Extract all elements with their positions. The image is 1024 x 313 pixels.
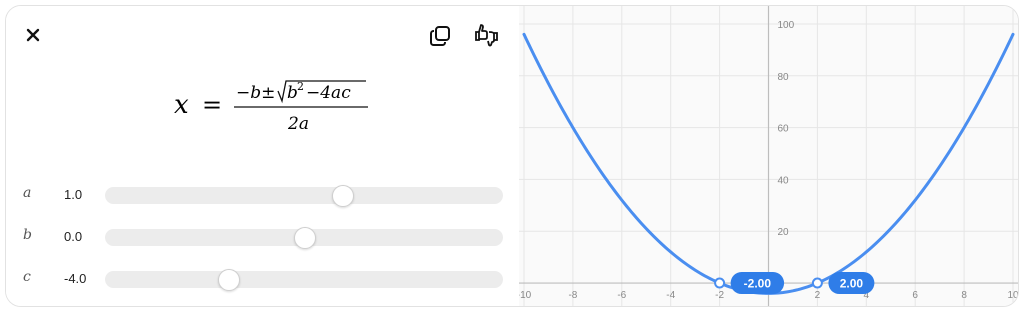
slider-row-a: a 1.0 [6,183,519,207]
slider-variable-b: b [23,227,32,243]
slider-handle-c[interactable] [218,269,241,291]
y-tick-label: 20 [778,227,790,238]
y-tick-label: 100 [778,20,795,31]
root-point[interactable] [811,277,823,289]
copy-button[interactable] [426,22,454,50]
graph-panel[interactable]: -10-8-6-4-224681020406080100 -2.002.00 [519,6,1018,306]
slider-value-a: 1.0 [64,187,83,202]
x-tick-label: -2 [715,290,724,301]
formula-minus-b: −b± [236,83,275,103]
copy-icon [430,26,450,46]
quadratic-formula: x = −b± b 2 −4ac 2a [166,79,396,139]
quadratic-card: x = −b± b 2 −4ac 2a a 1.0 b 0.0 c -4.0 1… [5,5,1019,307]
root-label: -2.00 [744,277,772,291]
slider-handle-a[interactable] [331,185,354,207]
close-icon [26,28,40,42]
x-tick-label: 8 [961,290,967,301]
formula-exponent: 2 [297,80,304,93]
slider-row-b: b 0.0 [6,225,519,249]
slider-variable-c: c [23,269,31,285]
x-tick-label: -4 [666,290,675,301]
slider-track-b[interactable] [105,227,503,249]
slider-variable-a: a [23,185,32,201]
slider-value-b: 0.0 [64,229,83,244]
slider-value-c: -4.0 [64,271,87,286]
x-tick-label: -6 [617,290,626,301]
function-plot[interactable]: -10-8-6-4-224681020406080100 -2.002.00 [519,6,1018,306]
x-tick-label: 10 [1007,290,1018,301]
x-tick-label: -10 [519,290,532,301]
y-tick-label: 80 [778,72,790,83]
slider-track-c[interactable] [105,269,503,291]
formula-lhs: x [174,90,189,120]
controls-panel: x = −b± b 2 −4ac 2a a 1.0 b 0.0 c -4.0 [6,6,519,306]
formula-denominator: 2a [287,114,309,134]
root-marker[interactable]: 2.00 [811,272,875,295]
slider-handle-b[interactable] [294,227,316,249]
slider-row-c: c -4.0 [6,267,519,291]
feedback-button[interactable] [472,21,500,49]
formula-equals: = [202,91,222,119]
y-tick-label: 60 [778,124,790,135]
y-tick-label: 40 [778,175,790,186]
x-tick-label: -8 [568,290,577,301]
x-tick-label: 2 [815,290,821,301]
thumbs-up-down-icon [475,24,498,47]
root-label: 2.00 [840,277,864,291]
root-point[interactable] [714,277,726,289]
slider-track-a[interactable] [105,185,503,207]
x-tick-label: 6 [912,290,918,301]
formula-rest: −4ac [306,83,351,103]
close-button[interactable] [19,21,47,49]
